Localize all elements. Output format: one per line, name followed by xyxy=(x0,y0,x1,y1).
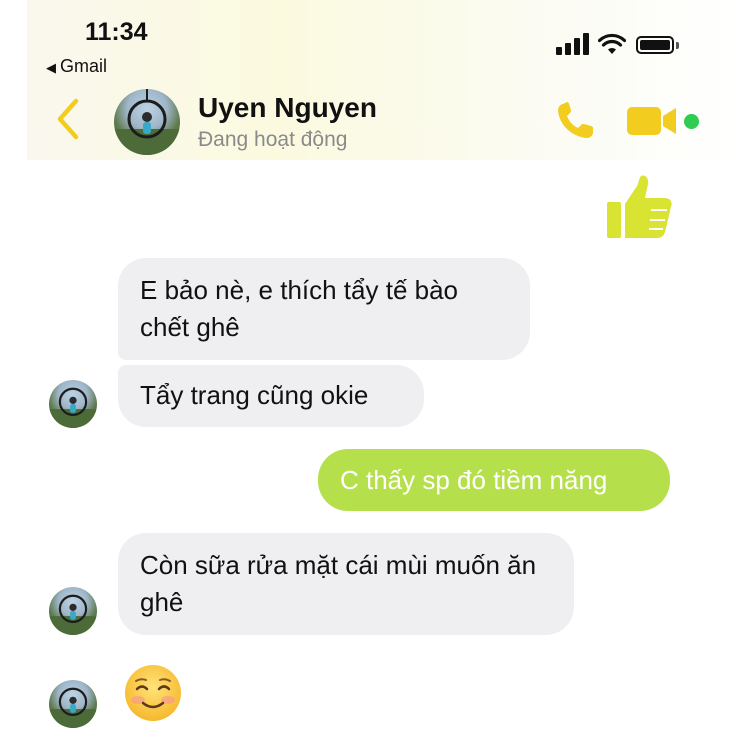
back-to-gmail-link[interactable]: ◀ Gmail xyxy=(46,56,107,77)
smiling-face-emoji[interactable] xyxy=(123,663,183,723)
back-app-label: Gmail xyxy=(60,56,108,76)
status-icons xyxy=(556,33,686,57)
phone-icon[interactable] xyxy=(555,101,597,141)
sender-avatar[interactable] xyxy=(49,680,97,728)
video-camera-icon[interactable] xyxy=(626,103,678,139)
status-time: 11:34 xyxy=(85,18,148,46)
contact-status: Đang hoạt động xyxy=(198,128,348,151)
sender-avatar[interactable] xyxy=(49,380,97,428)
sender-avatar[interactable] xyxy=(49,587,97,635)
message-incoming[interactable]: E bảo nè, e thích tẩy tế bào chết ghê xyxy=(118,258,530,360)
back-triangle-icon: ◀ xyxy=(46,60,56,75)
thumbs-up-icon xyxy=(607,175,672,238)
message-incoming[interactable]: Tẩy trang cũng okie xyxy=(118,365,424,427)
chevron-left-icon[interactable] xyxy=(54,97,82,141)
battery-icon xyxy=(636,36,674,54)
contact-name[interactable]: Uyen Nguyen xyxy=(198,92,377,124)
wifi-icon xyxy=(598,33,626,54)
message-outgoing[interactable]: C thấy sp đó tiềm năng xyxy=(318,449,670,511)
message-incoming[interactable]: Còn sữa rửa mặt cái mùi muốn ăn ghê xyxy=(118,533,574,635)
online-indicator xyxy=(684,114,699,129)
contact-avatar[interactable] xyxy=(114,89,180,155)
signal-icon xyxy=(556,33,589,55)
battery-cap xyxy=(676,42,679,49)
